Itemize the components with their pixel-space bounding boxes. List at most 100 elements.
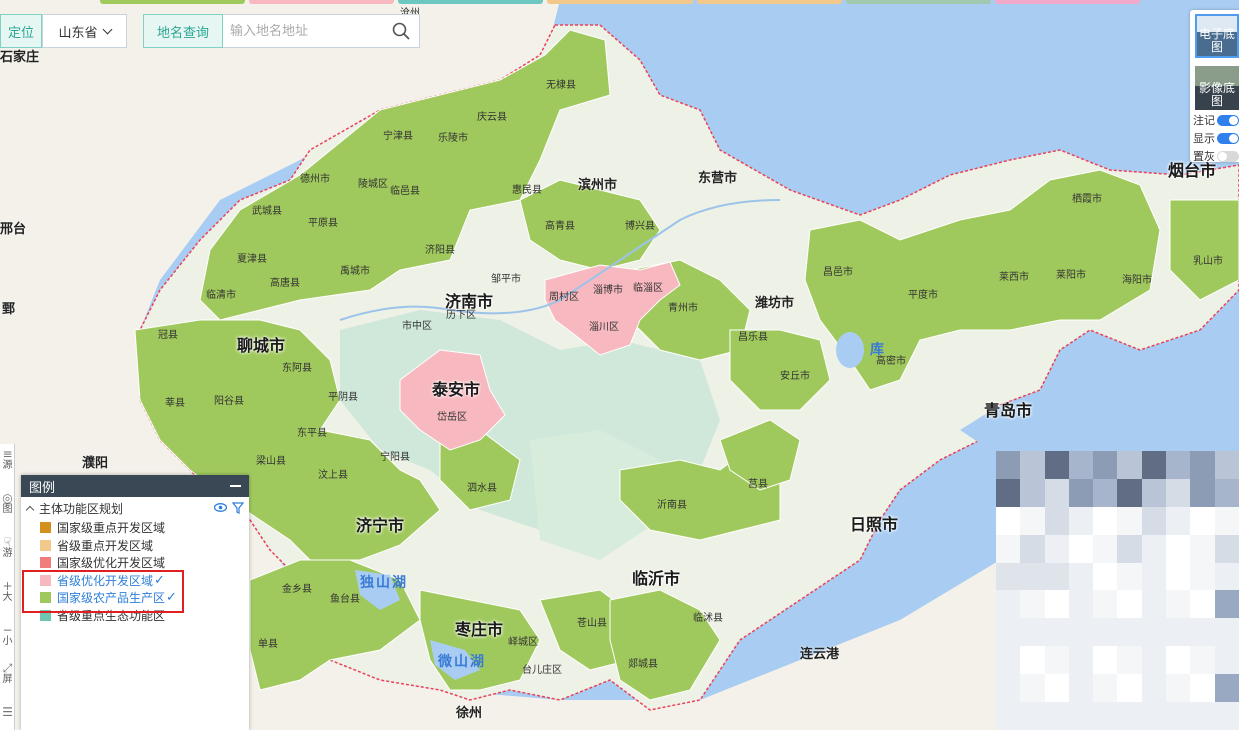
pixel-block: [1190, 646, 1215, 675]
legend-swatch: [40, 539, 51, 551]
place-label: 青州市: [668, 303, 698, 314]
pixel-block: [1093, 590, 1118, 619]
place-label: 博兴县: [625, 221, 655, 232]
pixel-block: [1068, 618, 1094, 647]
place-label: 安丘市: [780, 371, 810, 382]
place-label: 莒县: [748, 479, 768, 490]
place-label: 鄄: [2, 302, 16, 317]
pixel-block: [1214, 534, 1239, 563]
locate-button[interactable]: 定位: [0, 14, 42, 48]
place-label: 宁阳县: [380, 452, 410, 463]
pixel-block: [1214, 618, 1239, 647]
pixel-block: [1020, 618, 1045, 647]
filter-icon[interactable]: [232, 502, 244, 514]
legend-group[interactable]: 主体功能区规划: [21, 497, 249, 519]
search-input[interactable]: [223, 14, 420, 48]
place-label: 惠民县: [512, 185, 542, 196]
pixel-block: [996, 534, 1021, 563]
pixel-block: [996, 478, 1021, 507]
legend-item[interactable]: 省级重点开发区域: [21, 537, 249, 555]
zoom-out-icon: −: [2, 623, 13, 637]
place-label: 梁山县: [256, 456, 286, 467]
search-type-label[interactable]: 地名查询: [143, 14, 223, 48]
province-select[interactable]: 山东省: [42, 14, 127, 48]
tool-source[interactable]: ≡ 源: [0, 448, 15, 471]
eye-icon[interactable]: [214, 503, 227, 512]
tool-fullscreen[interactable]: ⤢ 屏: [0, 662, 15, 685]
pixel-block: [1141, 702, 1167, 730]
pixel-block: [1117, 618, 1142, 647]
place-label: 日照市: [850, 515, 899, 534]
place-label: 平度市: [908, 290, 938, 301]
legend-swatch: [40, 557, 51, 569]
basemap-image-button[interactable]: 影像底图: [1195, 66, 1239, 110]
place-label: 沂南县: [657, 500, 687, 511]
place-label: 栖霞市: [1072, 194, 1102, 205]
toggle-label: 显示: [1193, 132, 1215, 145]
pixel-block: [1093, 702, 1118, 730]
place-label: 聊城市: [237, 336, 286, 355]
pixel-block: [1044, 618, 1069, 647]
place-label: 昌邑市: [823, 267, 853, 278]
pixel-block: [1117, 478, 1142, 507]
legend-title: 图例: [29, 480, 56, 496]
place-label: 莱西市: [999, 272, 1029, 283]
place-label: 淄博市: [593, 285, 623, 296]
pixel-block: [996, 674, 1021, 703]
pixel-block: [1068, 506, 1094, 535]
pixel-block: [1141, 674, 1167, 703]
place-label: 东平县: [297, 428, 327, 439]
pixel-block: [1214, 562, 1239, 591]
pixel-block: [1044, 506, 1069, 535]
pixel-block: [1020, 646, 1045, 675]
legend-item[interactable]: 国家级重点开发区域: [21, 519, 249, 537]
minimize-icon[interactable]: [230, 485, 241, 487]
pixel-block: [1044, 674, 1069, 703]
tool-menu[interactable]: ☰: [0, 706, 15, 718]
place-label: 莘县: [165, 398, 185, 409]
pixel-block: [1117, 590, 1142, 619]
pixel-block: [1020, 590, 1045, 619]
toggle-switch[interactable]: [1217, 114, 1239, 126]
place-label: 武城县: [252, 206, 282, 217]
pixel-block: [1214, 478, 1239, 507]
tool-tour[interactable]: ☟ 游: [0, 536, 15, 559]
legend-item[interactable]: 国家级优化开发区域: [21, 554, 249, 572]
place-label: 泰安市: [432, 380, 481, 399]
pixel-block: [1117, 674, 1142, 703]
place-label: 临清市: [206, 290, 236, 301]
place-label: 潍坊市: [755, 296, 795, 311]
place-label: 峄城区: [508, 637, 538, 648]
toggle-gray[interactable]: 置灰: [1193, 149, 1239, 163]
pixel-block: [1093, 506, 1118, 535]
pixel-block: [1117, 506, 1142, 535]
place-label: 高青县: [545, 221, 575, 232]
caret-up-icon[interactable]: [25, 505, 35, 514]
toggle-annotation[interactable]: 注记: [1193, 113, 1239, 127]
pixel-block: [1141, 534, 1167, 563]
pixel-block: [996, 618, 1021, 647]
pixel-block: [1020, 534, 1045, 563]
search-icon[interactable]: [392, 22, 410, 40]
pixel-block: [1068, 646, 1094, 675]
pixel-block: [1214, 451, 1239, 479]
pixel-block: [1166, 478, 1191, 507]
tool-zoom-out[interactable]: − 小: [0, 624, 15, 647]
pixel-block: [1117, 562, 1142, 591]
toggle-display[interactable]: 显示: [1193, 131, 1239, 145]
pixel-block: [1190, 451, 1215, 479]
tool-zoom-in[interactable]: + 大: [0, 580, 15, 603]
pixel-block: [1044, 534, 1069, 563]
pixel-block: [1044, 451, 1069, 479]
toggle-switch[interactable]: [1217, 150, 1239, 162]
pixel-block: [1068, 562, 1094, 591]
pixel-block: [1068, 478, 1094, 507]
legend-header: 图例: [21, 475, 249, 497]
pixel-block: [1117, 534, 1142, 563]
toggle-switch[interactable]: [1217, 132, 1239, 144]
tool-globe[interactable]: ◎ 图: [0, 492, 15, 515]
place-label: 苍山县: [577, 618, 607, 629]
pixel-block: [1117, 646, 1142, 675]
pixel-block: [1141, 618, 1167, 647]
basemap-vector-button[interactable]: 电子底图: [1195, 14, 1239, 58]
